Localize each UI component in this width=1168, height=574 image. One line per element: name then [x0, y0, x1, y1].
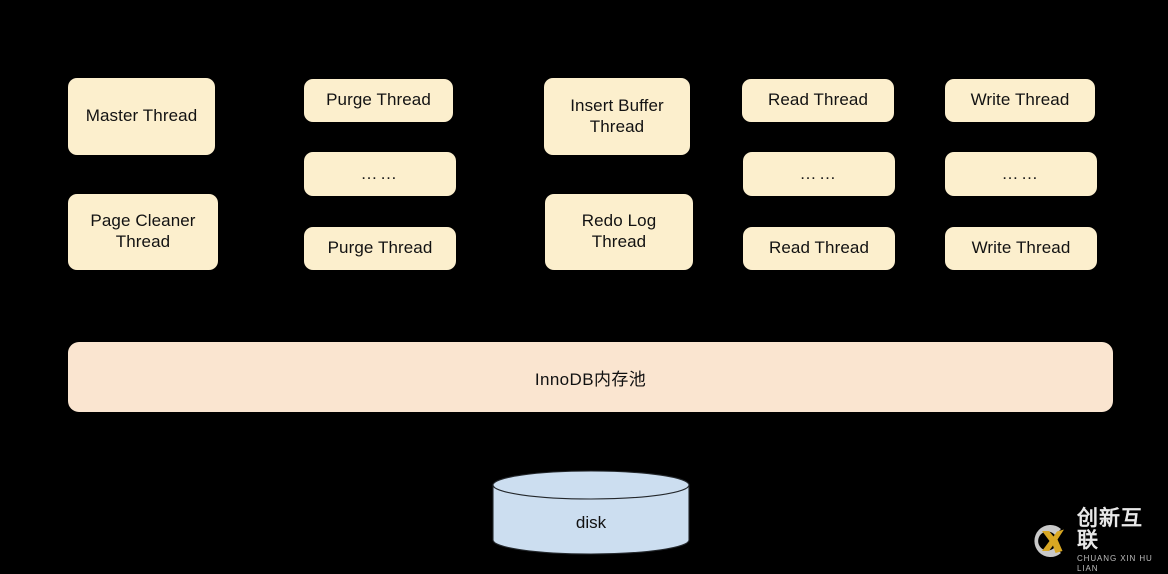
- disk-cylinder: disk: [492, 470, 690, 555]
- innodb-memory-pool: InnoDB内存池: [68, 342, 1113, 412]
- watermark-name-en: CHUANG XIN HU LIAN: [1077, 554, 1153, 574]
- node-master-thread: Master Thread: [68, 78, 215, 155]
- node-redo-log-thread: Redo Log Thread: [545, 194, 693, 270]
- diagram-canvas: Master Thread Page Cleaner Thread Purge …: [0, 0, 1168, 573]
- cx-logo-icon: [1028, 520, 1070, 562]
- node-read-thread-top: Read Thread: [742, 79, 894, 122]
- node-write-thread-top: Write Thread: [945, 79, 1095, 122]
- watermark-text: 创新互联 CHUANG XIN HU LIAN: [1077, 508, 1160, 573]
- node-page-cleaner-thread: Page Cleaner Thread: [68, 194, 218, 270]
- node-write-thread-bottom: Write Thread: [945, 227, 1097, 270]
- node-read-thread-bottom: Read Thread: [743, 227, 895, 270]
- watermark-name-cn: 创新互联: [1077, 507, 1143, 553]
- node-write-ellipsis: ……: [945, 152, 1097, 196]
- node-purge-ellipsis: ……: [304, 152, 456, 196]
- disk-label: disk: [575, 513, 607, 532]
- node-purge-thread-top: Purge Thread: [304, 79, 453, 122]
- watermark: 创新互联 CHUANG XIN HU LIAN: [1028, 508, 1160, 573]
- node-insert-buffer-thread: Insert Buffer Thread: [544, 78, 690, 155]
- node-purge-thread-bottom: Purge Thread: [304, 227, 456, 270]
- node-read-ellipsis: ……: [743, 152, 895, 196]
